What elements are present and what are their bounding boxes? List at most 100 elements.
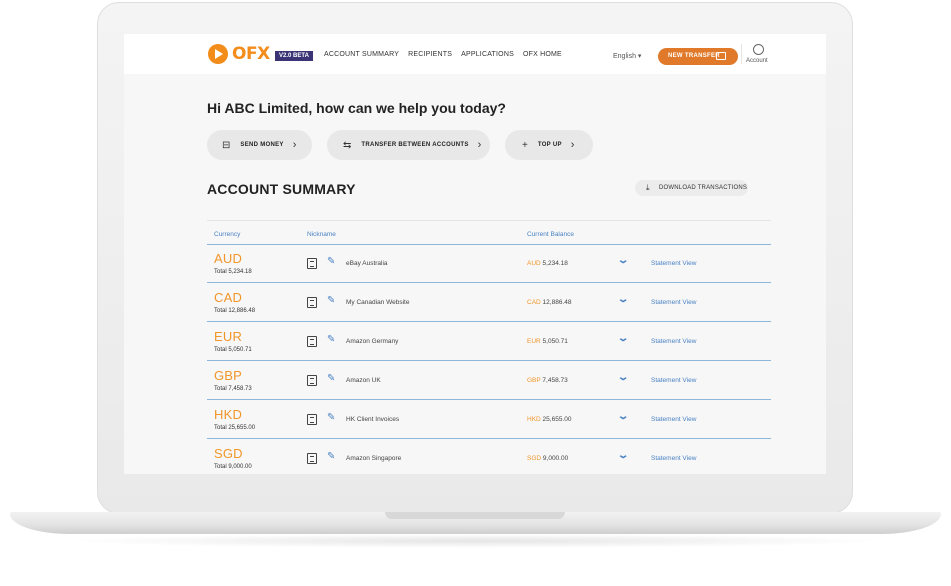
header-nickname: Nickname bbox=[307, 231, 336, 238]
chevron-down-icon[interactable]: ⌄ bbox=[617, 333, 630, 344]
notes-icon[interactable] bbox=[307, 258, 317, 269]
balance-amount: 9,000.00 bbox=[542, 455, 569, 462]
balance-code: HKD bbox=[527, 416, 541, 423]
nav-links: ACCOUNT SUMMARY RECIPIENTS APPLICATIONS … bbox=[324, 51, 562, 58]
money-icon: ⊟ bbox=[222, 139, 231, 151]
chevron-down-icon[interactable]: ⌄ bbox=[617, 255, 630, 266]
laptop-mockup: OFX V2.0 BETA ACCOUNT SUMMARY RECIPIENTS… bbox=[0, 0, 951, 586]
notes-icon[interactable] bbox=[307, 336, 317, 347]
row-nickname: eBay Australia bbox=[346, 260, 388, 267]
logo-text: OFX bbox=[232, 44, 270, 64]
notes-icon[interactable] bbox=[307, 453, 317, 464]
transfer-between-accounts-button[interactable]: ⇆ TRANSFER BETWEEN ACCOUNTS › bbox=[327, 130, 490, 160]
chevron-down-icon[interactable]: ⌄ bbox=[617, 372, 630, 383]
notes-icon[interactable] bbox=[307, 414, 317, 425]
row-total: Total 12,886.48 bbox=[214, 308, 256, 314]
transfer-arrows-icon: ⇆ bbox=[343, 139, 352, 151]
row-total: Total 9,000.00 bbox=[214, 464, 252, 470]
send-money-label: SEND MONEY bbox=[240, 142, 284, 148]
chevron-down-icon[interactable]: ⌄ bbox=[617, 450, 630, 461]
row-total: Total 7,458.73 bbox=[214, 386, 252, 392]
nav-ofx-home[interactable]: OFX HOME bbox=[523, 51, 562, 58]
row-balance: HKD 25,655.00 bbox=[527, 416, 571, 423]
edit-icon[interactable]: ✎ bbox=[327, 295, 335, 306]
header-balance: Current Balance bbox=[527, 231, 574, 238]
balance-amount: 5,050.71 bbox=[542, 338, 568, 345]
edit-icon[interactable]: ✎ bbox=[327, 256, 335, 267]
row-total: Total 5,234.18 bbox=[214, 269, 252, 275]
balance-code: SGD bbox=[527, 455, 542, 462]
notes-icon[interactable] bbox=[307, 297, 317, 308]
new-transfer-button[interactable]: NEW TRANSFER bbox=[658, 48, 738, 65]
nav-account-summary[interactable]: ACCOUNT SUMMARY bbox=[324, 51, 399, 58]
new-transfer-label: NEW TRANSFER bbox=[668, 53, 720, 59]
download-transactions-button[interactable]: ⤓ DOWNLOAD TRANSACTIONS bbox=[635, 180, 748, 196]
balance-code: AUD bbox=[527, 260, 541, 267]
laptop-shadow bbox=[60, 534, 891, 548]
notes-icon[interactable] bbox=[307, 375, 317, 386]
table-top-border bbox=[207, 220, 771, 221]
balance-amount: 12,886.48 bbox=[542, 299, 572, 306]
balance-code: EUR bbox=[527, 338, 541, 345]
row-nickname: Amazon UK bbox=[346, 377, 381, 384]
plus-icon: + bbox=[522, 139, 528, 151]
row-currency: SGD bbox=[214, 446, 243, 461]
transfer-between-accounts-label: TRANSFER BETWEEN ACCOUNTS bbox=[361, 142, 469, 148]
row-balance: EUR 5,050.71 bbox=[527, 338, 568, 345]
chevron-right-icon: › bbox=[477, 139, 482, 151]
table-row: CAD Total 12,886.48 ✎ My Canadian Websit… bbox=[207, 284, 771, 322]
edit-icon[interactable]: ✎ bbox=[327, 373, 335, 384]
row-balance: CAD 12,886.48 bbox=[527, 299, 571, 306]
statement-view-link[interactable]: Statement View bbox=[651, 416, 696, 423]
nav-divider bbox=[741, 44, 742, 64]
beta-badge: V2.0 BETA bbox=[275, 51, 313, 61]
account-label[interactable]: Account bbox=[746, 58, 768, 64]
table-row: GBP Total 7,458.73 ✎ Amazon UK GBP 7,458… bbox=[207, 362, 771, 400]
account-icon[interactable] bbox=[753, 44, 764, 55]
row-total: Total 5,050.71 bbox=[214, 347, 252, 353]
chevron-right-icon: › bbox=[570, 139, 575, 151]
language-selector[interactable]: English ▾ bbox=[613, 52, 641, 60]
chevron-down-icon[interactable]: ⌄ bbox=[617, 294, 630, 305]
laptop-notch bbox=[385, 512, 565, 519]
balance-code: GBP bbox=[527, 377, 541, 384]
chevron-right-icon: › bbox=[292, 139, 297, 151]
row-currency: AUD bbox=[214, 251, 243, 266]
statement-view-link[interactable]: Statement View bbox=[651, 455, 696, 462]
row-nickname: Amazon Singapore bbox=[346, 455, 402, 462]
download-label: DOWNLOAD TRANSACTIONS bbox=[659, 185, 748, 191]
statement-view-link[interactable]: Statement View bbox=[651, 338, 696, 345]
edit-icon[interactable]: ✎ bbox=[327, 334, 335, 345]
table-row: EUR Total 5,050.71 ✎ Amazon Germany EUR … bbox=[207, 323, 771, 361]
nav-applications[interactable]: APPLICATIONS bbox=[461, 51, 514, 58]
ofx-logo[interactable]: OFX bbox=[208, 44, 270, 64]
statement-view-link[interactable]: Statement View bbox=[651, 260, 696, 267]
row-total: Total 25,655.00 bbox=[214, 425, 256, 431]
row-nickname: My Canadian Website bbox=[346, 299, 410, 306]
chevron-down-icon[interactable]: ⌄ bbox=[617, 411, 630, 422]
send-money-button[interactable]: ⊟ SEND MONEY › bbox=[207, 130, 312, 160]
statement-view-link[interactable]: Statement View bbox=[651, 299, 696, 306]
edit-icon[interactable]: ✎ bbox=[327, 412, 335, 423]
table-row: AUD Total 5,234.18 ✎ eBay Australia AUD … bbox=[207, 245, 771, 283]
row-currency: HKD bbox=[214, 407, 243, 422]
row-balance: SGD 9,000.00 bbox=[527, 455, 568, 462]
top-up-button[interactable]: + TOP UP › bbox=[505, 130, 593, 160]
balance-code: CAD bbox=[527, 299, 541, 306]
top-nav: OFX V2.0 BETA ACCOUNT SUMMARY RECIPIENTS… bbox=[124, 34, 826, 74]
balance-amount: 7,458.73 bbox=[542, 377, 568, 384]
nav-recipients[interactable]: RECIPIENTS bbox=[408, 51, 452, 58]
row-currency: EUR bbox=[214, 329, 243, 344]
row-currency: CAD bbox=[214, 290, 243, 305]
transfer-icon bbox=[716, 52, 726, 60]
statement-view-link[interactable]: Statement View bbox=[651, 377, 696, 384]
logo-play-icon bbox=[208, 44, 228, 64]
section-title: ACCOUNT SUMMARY bbox=[207, 181, 356, 197]
row-currency: GBP bbox=[214, 368, 243, 383]
balance-amount: 5,234.18 bbox=[542, 260, 568, 267]
table-row: HKD Total 25,655.00 ✎ HK Client Invoices… bbox=[207, 401, 771, 439]
download-icon: ⤓ bbox=[646, 183, 650, 192]
edit-icon[interactable]: ✎ bbox=[327, 451, 335, 462]
top-up-label: TOP UP bbox=[537, 142, 562, 148]
page-greeting: Hi ABC Limited, how can we help you toda… bbox=[207, 100, 506, 116]
